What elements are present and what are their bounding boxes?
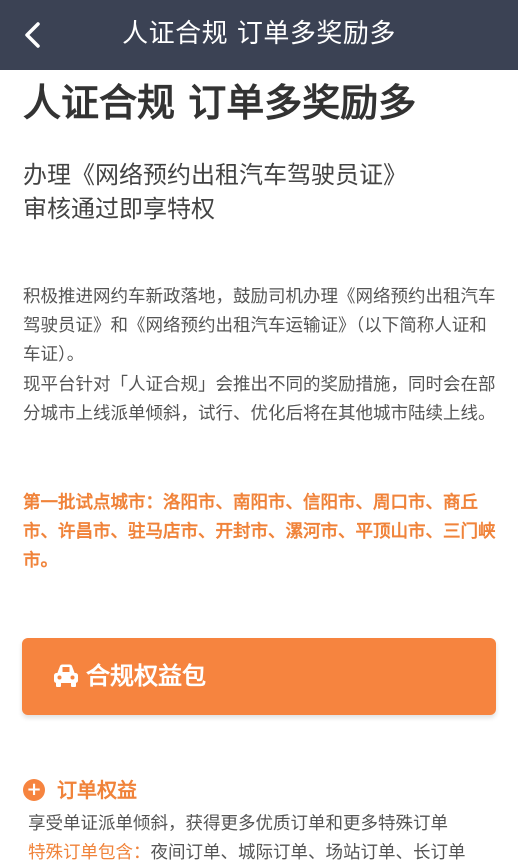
top-navigation-bar: 人证合规 订单多奖励多 (0, 0, 518, 70)
benefit-button-label: 合规权益包 (86, 662, 206, 690)
special-orders-label: 特殊订单包含： (28, 843, 151, 863)
subhead-line-1: 办理《网络预约出租汽车驾驶员证》 (23, 161, 407, 189)
plus-circle-icon: + (23, 779, 45, 801)
pilot-cities-text: 第一批试点城市：洛阳市、南阳市、信阳市、周口市、商丘市、许昌市、驻马店市、开封市… (23, 493, 496, 571)
compliance-benefits-button[interactable]: 合规权益包 (22, 638, 496, 715)
special-orders-line: 特殊订单包含：夜间订单、城际订单、场站订单、长订单 (28, 840, 466, 867)
order-benefits-description: 享受单证派单倾斜，获得更多优质订单和更多特殊订单 (28, 814, 448, 834)
subhead-line-2: 审核通过即享特权 (23, 195, 215, 223)
headline: 人证合规 订单多奖励多 (23, 81, 417, 125)
special-orders-items: 夜间订单、城际订单、场站订单、长订单 (150, 843, 466, 863)
page-title: 人证合规 订单多奖励多 (122, 19, 396, 49)
intro-paragraph: 积极推进网约车新政落地，鼓励司机办理《网络预约出租汽车驾驶员证》和《网络预约出租… (23, 287, 496, 365)
order-benefits-title: 订单权益 (57, 778, 137, 802)
car-icon (54, 664, 78, 687)
policy-paragraph: 现平台针对「人证合规」会推出不同的奖励措施，同时会在部分城市上线派单倾斜，试行、… (23, 375, 496, 424)
subheadline: 办理《网络预约出租汽车驾驶员证》 审核通过即享特权 (23, 158, 503, 226)
